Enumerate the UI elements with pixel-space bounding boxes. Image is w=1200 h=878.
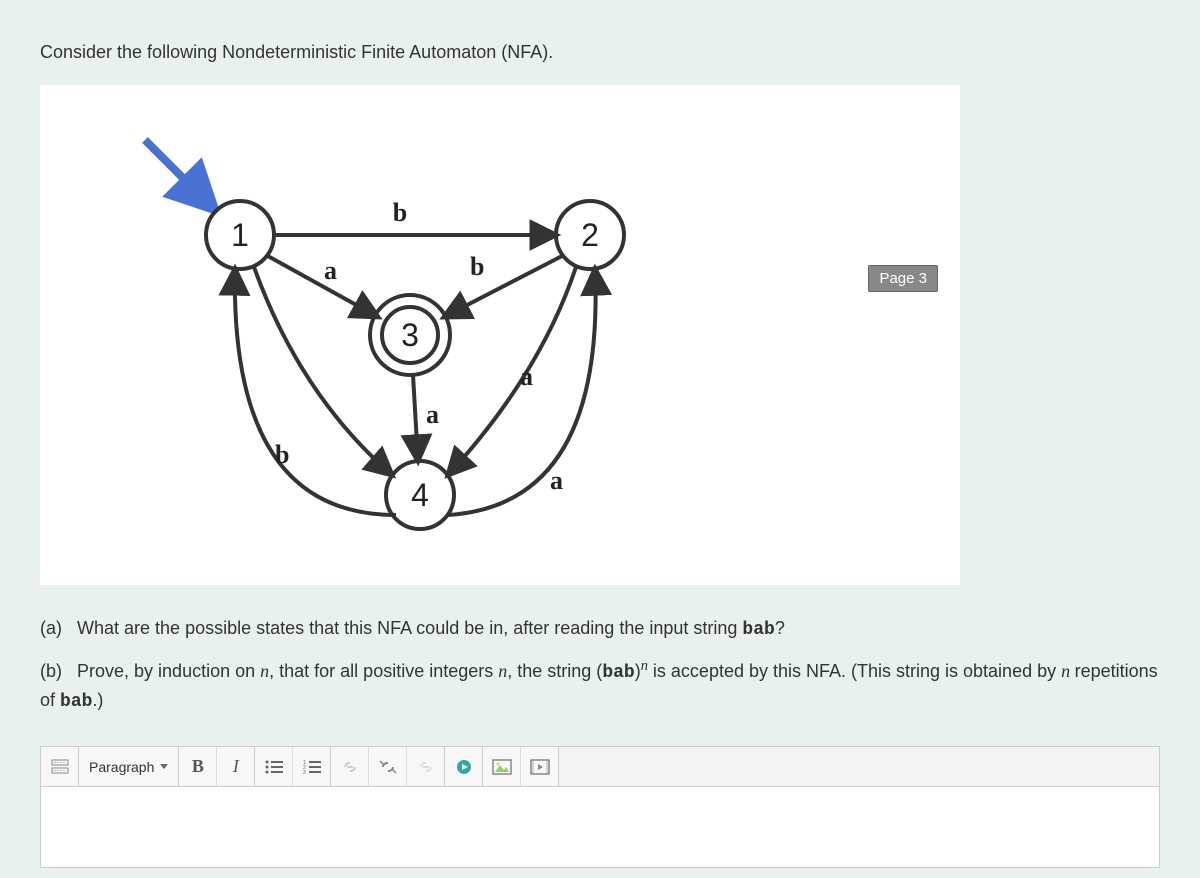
state-1-label: 1 xyxy=(231,217,249,253)
italic-glyph: I xyxy=(233,756,239,777)
edge-3-4-label: a xyxy=(426,400,439,429)
insert-image-button[interactable] xyxy=(483,747,521,786)
anchor-button[interactable] xyxy=(407,747,445,786)
media-icon xyxy=(456,759,472,775)
edge-2-4 xyxy=(448,267,576,475)
part-b-text5: is accepted by this NFA. (This string is… xyxy=(648,661,1061,681)
rich-text-editor: Paragraph B I 1 2 3 xyxy=(40,746,1160,868)
edge-4-2-label: a xyxy=(550,466,563,495)
part-a-text2: ? xyxy=(775,618,785,638)
part-a-code: bab xyxy=(742,620,774,640)
part-b-text7: .) xyxy=(92,690,103,710)
link-button[interactable] xyxy=(331,747,369,786)
bold-button[interactable]: B xyxy=(179,747,217,786)
chevron-down-icon xyxy=(160,764,168,769)
edge-2-3 xyxy=(444,255,564,317)
edge-1-2-label: b xyxy=(393,198,407,227)
edge-4-1-outer-label: b xyxy=(275,440,289,469)
part-b-n3: n xyxy=(1061,661,1075,681)
film-icon xyxy=(530,759,550,775)
edge-3-4 xyxy=(413,375,418,461)
grid-icon xyxy=(51,759,69,775)
part-b: (b) Prove, by induction on n, that for a… xyxy=(40,658,1160,716)
part-b-text4: ) xyxy=(635,661,641,681)
state-4-label: 4 xyxy=(411,477,429,513)
unlink-button[interactable] xyxy=(369,747,407,786)
editor-textarea[interactable] xyxy=(41,787,1159,867)
link-icon xyxy=(341,760,359,774)
edge-1-3-label: a xyxy=(324,256,337,285)
editor-toolbar: Paragraph B I 1 2 3 xyxy=(41,747,1159,787)
part-b-code2: bab xyxy=(60,692,92,712)
part-a-label: (a) xyxy=(40,618,62,638)
page-badge: Page 3 xyxy=(868,265,938,292)
part-b-sup: n xyxy=(641,658,648,674)
part-a-text1: What are the possible states that this N… xyxy=(77,618,742,638)
page-root: Consider the following Nondeterministic … xyxy=(0,0,1200,878)
edge-2-4-label: a xyxy=(520,362,533,391)
part-a: (a) What are the possible states that th… xyxy=(40,615,1160,644)
image-icon xyxy=(492,759,512,775)
svg-text:3: 3 xyxy=(303,770,306,774)
question-parts: (a) What are the possible states that th… xyxy=(40,615,1160,716)
toggle-toolbar-button[interactable] xyxy=(41,747,79,786)
edge-4-2 xyxy=(448,269,596,515)
link-icon-disabled xyxy=(417,760,435,774)
bold-glyph: B xyxy=(192,756,204,777)
part-b-text2: , that for all positive integers xyxy=(269,661,498,681)
state-3-label: 3 xyxy=(401,317,419,353)
part-b-text3: , the string ( xyxy=(507,661,602,681)
unlink-icon xyxy=(378,759,398,775)
part-b-code: bab xyxy=(602,663,634,683)
numbered-list-button[interactable]: 1 2 3 xyxy=(293,747,331,786)
state-2-label: 2 xyxy=(581,217,599,253)
part-b-n2: n xyxy=(498,661,507,681)
paragraph-format-label: Paragraph xyxy=(89,759,154,775)
question-card: Consider the following Nondeterministic … xyxy=(10,10,1190,716)
bullet-list-button[interactable] xyxy=(255,747,293,786)
numbered-list-icon: 1 2 3 xyxy=(303,760,321,774)
bullet-list-icon xyxy=(265,760,283,774)
question-prompt: Consider the following Nondeterministic … xyxy=(40,40,1160,65)
edge-2-3-label: b xyxy=(470,252,484,281)
nfa-diagram-container: Page 3 1 2 xyxy=(40,85,960,585)
part-b-text1: Prove, by induction on xyxy=(77,661,260,681)
media-embed-button[interactable] xyxy=(445,747,483,786)
part-b-n1: n xyxy=(260,661,269,681)
paragraph-format-select[interactable]: Paragraph xyxy=(79,747,179,786)
insert-video-button[interactable] xyxy=(521,747,559,786)
italic-button[interactable]: I xyxy=(217,747,255,786)
edge-1-3 xyxy=(266,255,378,317)
nfa-diagram: 1 2 3 4 b a b xyxy=(60,95,660,555)
start-arrow xyxy=(145,140,215,210)
part-b-label: (b) xyxy=(40,661,62,681)
